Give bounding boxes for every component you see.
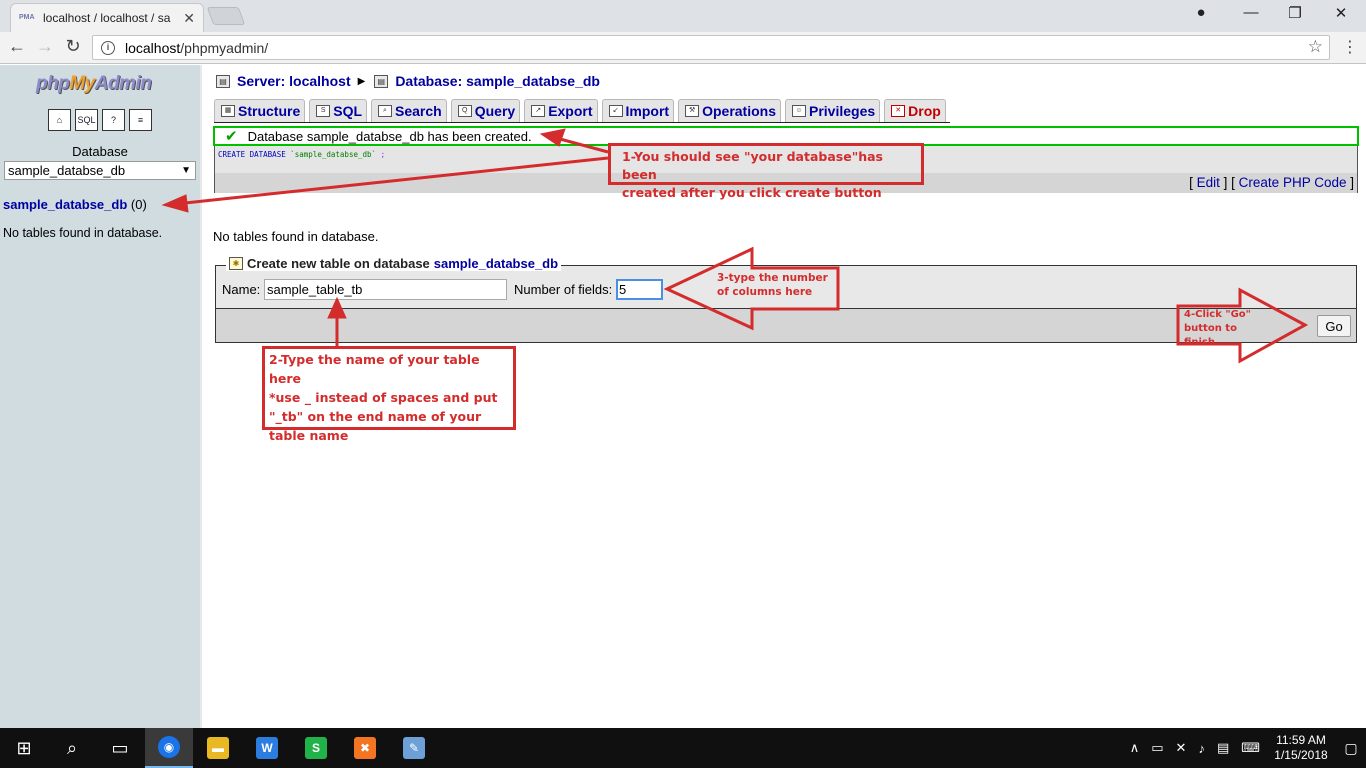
annotation-step-4: 4-Click "Go" button to finish — [1184, 309, 1251, 348]
volume-icon[interactable]: ♪ — [1198, 741, 1205, 756]
no-tables-message: No tables found in database. — [213, 229, 379, 244]
restore-icon[interactable]: ❐ — [1283, 4, 1307, 22]
chevron-up-icon[interactable]: ∧ — [1130, 740, 1140, 756]
database-label: Database — [72, 144, 128, 159]
tab-search[interactable]: ⌕ Search — [371, 99, 447, 122]
db-link[interactable]: sample_databse_db — [3, 197, 127, 212]
windows-taskbar: ⊞ ⌕ ▭ ◉ ▬ W S ✖ ✎ ∧ ▭ ✕ ♪ ▤ ⌨ 11:59 AM 1… — [0, 728, 1366, 768]
minimize-icon[interactable]: — — [1239, 4, 1263, 21]
sql-icon: S — [316, 105, 331, 117]
left-navigation: phpMyAdmin ⌂ SQL ? ≡ Database sample_dat… — [0, 65, 202, 728]
forward-icon[interactable]: → — [34, 36, 56, 57]
info-icon[interactable]: i — [101, 40, 115, 55]
home-icon[interactable]: ⌂ — [48, 109, 71, 131]
chrome-icon[interactable]: ◉ — [145, 728, 193, 768]
db-tabs: ▦ Structure S SQL ⌕ Search Q Query ↗ Export ↙… — [214, 99, 950, 123]
table-name-label: Name: — [222, 282, 261, 297]
db-link-row: sample_databse_db (0) — [3, 197, 147, 212]
system-tray: ∧ ▭ ✕ ♪ ▤ ⌨ 11:59 AM 1/15/2018 ▢ — [1124, 728, 1366, 768]
chevron-down-icon: ▼ — [181, 165, 191, 176]
task-view-icon[interactable]: ▭ — [96, 728, 144, 768]
docs-icon[interactable]: ≡ — [129, 109, 152, 131]
menu-dots-icon[interactable]: ⋮ — [1342, 37, 1358, 57]
user-icon[interactable]: ● — [1189, 4, 1213, 21]
export-icon: ↗ — [531, 105, 546, 117]
battery-icon[interactable]: ▭ — [1151, 740, 1163, 756]
server-icon: ▤ — [216, 74, 230, 88]
tab-structure[interactable]: ▦ Structure — [214, 99, 306, 122]
checkmark-icon: ✔ — [225, 128, 238, 145]
close-icon[interactable]: ✕ — [1329, 4, 1353, 22]
keyboard-icon[interactable]: ⌨ — [1241, 740, 1260, 756]
query-icon: Q — [457, 105, 472, 117]
create-php-code-link[interactable]: Create PHP Code — [1239, 175, 1347, 190]
wps-spreadsheet-icon[interactable]: S — [292, 728, 340, 768]
bookmark-star-icon[interactable]: ☆ — [1308, 37, 1323, 57]
new-table-icon: ✱ — [229, 257, 243, 270]
notifications-icon[interactable]: ▢ — [1336, 740, 1366, 757]
tab-import[interactable]: ↙ Import — [601, 99, 675, 122]
tab-close-icon[interactable]: ✕ — [183, 10, 195, 27]
windows-start-icon[interactable]: ⊞ — [0, 728, 48, 768]
breadcrumb-server[interactable]: Server: localhost — [237, 73, 351, 89]
sql-query-icon[interactable]: SQL — [75, 109, 98, 131]
back-icon[interactable]: ← — [6, 36, 28, 57]
address-bar: ← → ↻ i localhost/phpmyadmin/ ☆ ⋮ — [0, 32, 1366, 64]
tab-export[interactable]: ↗ Export — [524, 99, 598, 122]
sidebar-no-tables: No tables found in database. — [3, 226, 163, 240]
tab-sql[interactable]: S SQL — [309, 99, 368, 122]
url-input[interactable]: i localhost/phpmyadmin/ ☆ — [92, 35, 1330, 60]
sql-query-text: CREATE DATABASE `sample_databse_db` ; — [218, 150, 386, 159]
annotation-step-3: 3-type the number of columns here — [717, 272, 828, 298]
database-select[interactable]: sample_databse_db ▼ — [4, 161, 196, 180]
browser-tabbar: PMA localhost / localhost / sa ✕ ● — ❐ ✕ — [0, 0, 1366, 32]
breadcrumb: ▤ Server: localhost ▶ ▤ Database: sample… — [216, 73, 600, 89]
annotation-step-2: 2-Type the name of your table here *use … — [262, 346, 516, 443]
pma-favicon-icon: PMA — [19, 14, 35, 21]
sql-links: [ Edit ] [ Create PHP Code ] — [1189, 175, 1354, 190]
wps-writer-icon[interactable]: W — [243, 728, 291, 768]
phpmyadmin-logo[interactable]: phpMyAdmin — [36, 73, 152, 95]
new-tab-button[interactable] — [206, 7, 246, 25]
privileges-icon: ☺ — [792, 105, 806, 117]
message-icon[interactable]: ▤ — [1217, 740, 1229, 756]
file-explorer-icon[interactable]: ▬ — [194, 728, 242, 768]
drop-icon: ✕ — [891, 105, 906, 117]
import-icon: ↙ — [608, 105, 623, 117]
search-icon[interactable]: ⌕ — [48, 728, 96, 768]
query-window-icon[interactable]: ? — [102, 109, 125, 131]
tab-query[interactable]: Q Query — [450, 99, 521, 122]
taskbar-clock[interactable]: 11:59 AM 1/15/2018 — [1266, 733, 1336, 763]
xampp-icon[interactable]: ✖ — [341, 728, 389, 768]
tab-operations[interactable]: ⚒ Operations — [678, 99, 781, 122]
reload-icon[interactable]: ↻ — [62, 36, 84, 57]
create-table-legend: ✱ Create new table on database sample_da… — [226, 256, 562, 271]
breadcrumb-database[interactable]: Database: sample_databse_db — [395, 73, 600, 89]
paint-icon[interactable]: ✎ — [390, 728, 438, 768]
tab-title: localhost / localhost / sa — [43, 11, 171, 25]
url-text: localhost/phpmyadmin/ — [125, 39, 269, 56]
network-icon[interactable]: ✕ — [1176, 740, 1187, 756]
browser-tab[interactable]: PMA localhost / localhost / sa ✕ — [10, 3, 204, 32]
annotation-step-1: 1-You should see "your database"has been… — [608, 143, 924, 200]
operations-icon: ⚒ — [685, 105, 700, 117]
database-icon: ▤ — [374, 74, 389, 88]
search-icon: ⌕ — [378, 105, 393, 117]
tab-privileges[interactable]: ☺ Privileges — [785, 99, 881, 122]
number-of-fields-input[interactable] — [616, 279, 663, 300]
breadcrumb-separator-icon: ▶ — [357, 75, 366, 87]
table-name-input[interactable] — [264, 279, 507, 300]
structure-icon: ▦ — [221, 105, 235, 117]
db-table-count: (0) — [130, 197, 147, 212]
go-button[interactable]: Go — [1317, 315, 1351, 337]
edit-link[interactable]: Edit — [1197, 175, 1220, 190]
number-of-fields-label: Number of fields: — [514, 282, 613, 297]
tab-drop[interactable]: ✕ Drop — [884, 99, 946, 122]
